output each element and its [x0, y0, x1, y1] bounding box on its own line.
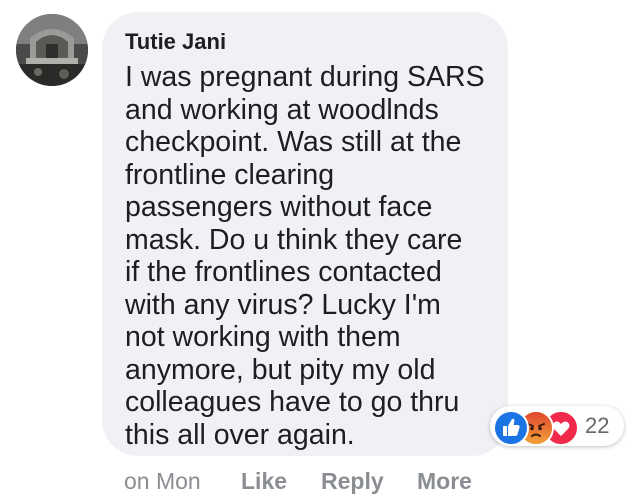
comment-text-line: not working with them [125, 321, 401, 353]
comment-text-line: this all over again. [125, 418, 355, 451]
comment-text-line: colleagues have to go thru [125, 386, 460, 418]
comment-text-line: and working at woodlnds [125, 93, 439, 126]
comment-timestamp[interactable]: on Mon [124, 466, 201, 496]
like-reaction-icon [493, 410, 529, 446]
avatar[interactable] [16, 14, 88, 86]
comment-author-name[interactable]: Tutie Jani [125, 29, 486, 55]
reaction-count: 22 [585, 413, 610, 438]
comment-text-line: mask. Do u think they care [125, 223, 463, 256]
comment-text-line: passengers without face [125, 191, 433, 223]
more-button[interactable]: More [417, 466, 472, 496]
comment-text-line: if the frontlines contacted [125, 256, 442, 288]
comment-text-line: checkpoint. Was still at the [125, 126, 462, 158]
comment-text-line: frontline clearing [125, 158, 335, 191]
comment-text-line: with any virus? Lucky I'm [125, 288, 441, 321]
comment-bubble: Tutie Jani I was pregnant during SARS an… [102, 12, 508, 456]
comment-text: I was pregnant during SARS and working a… [125, 61, 486, 451]
comment-text-line: I was pregnant during SARS [125, 61, 485, 93]
comment-text-line: anymore, but pity my old [125, 353, 436, 386]
like-button[interactable]: Like [241, 466, 287, 496]
reply-button[interactable]: Reply [321, 466, 384, 496]
reactions-summary[interactable]: 22 [490, 406, 624, 446]
profile-photo-icon [16, 14, 88, 86]
